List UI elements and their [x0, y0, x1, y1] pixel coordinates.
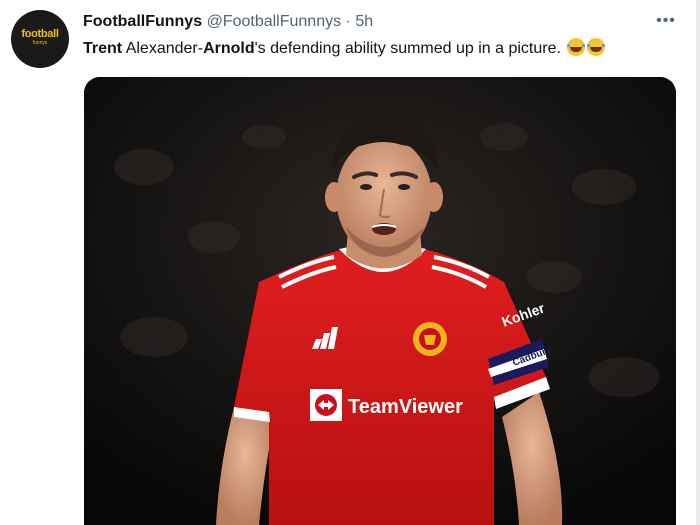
timestamp[interactable]: 5h: [355, 13, 373, 30]
laughing-emoji-icon: [567, 38, 586, 56]
avatar-logo: football funnys: [21, 28, 59, 47]
tweet-text-plain-2: 's defending ability summed up in a pict…: [254, 40, 561, 57]
user-handle[interactable]: @FootballFunnnys: [207, 13, 342, 30]
laughing-emoji-icon: [587, 38, 606, 56]
tweet-header: FootballFunnys @FootballFunnnys · 5h: [83, 12, 373, 32]
player-photo-illustration: TeamViewer Kohler Cadbury: [84, 77, 676, 525]
svg-text:TeamViewer: TeamViewer: [348, 396, 463, 418]
tweet-text-bold-2: Arnold: [203, 40, 255, 57]
tweet-photo[interactable]: TeamViewer Kohler Cadbury: [84, 77, 676, 525]
tweet-text-bold-1: Trent: [83, 40, 123, 57]
display-name[interactable]: FootballFunnys: [83, 13, 202, 30]
more-options-icon[interactable]: •••: [652, 10, 680, 32]
tweet-text-plain-1: Alexander-: [122, 40, 204, 57]
tweet-text: Trent Alexander-Arnold's defending abili…: [83, 38, 606, 60]
timeline-border: [696, 0, 700, 525]
avatar[interactable]: football funnys: [11, 10, 69, 68]
separator: ·: [345, 13, 351, 30]
tweet-card[interactable]: football funnys FootballFunnys @Football…: [0, 0, 700, 525]
